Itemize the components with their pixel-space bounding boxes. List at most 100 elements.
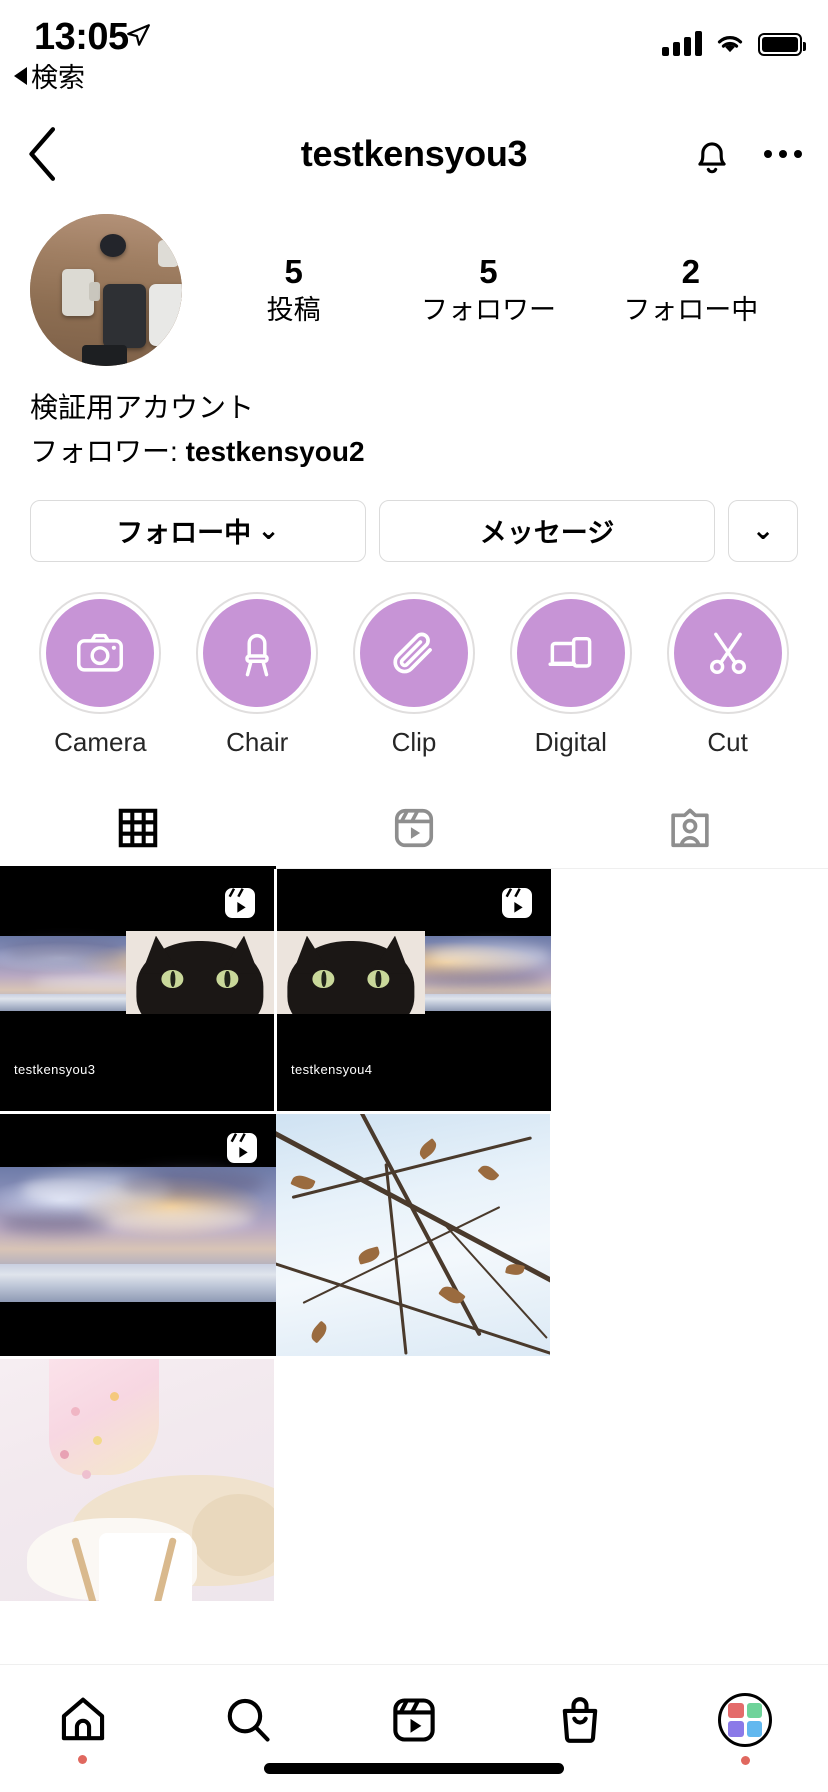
avatar-tile	[728, 1721, 744, 1737]
stat-value: 5	[479, 253, 498, 291]
followed-by-username[interactable]: testkensyou2	[186, 436, 365, 467]
stat-label: 投稿	[266, 295, 321, 326]
chevron-down-icon: ⌄	[751, 515, 775, 545]
home-indicator	[264, 1763, 564, 1774]
followed-by-line: フォロワー: testkensyou2	[30, 432, 798, 472]
chevron-down-icon: ⌄	[257, 515, 280, 545]
profile-stats: 5 投稿 5 フォロワー 2 フォロー中	[182, 251, 798, 329]
message-button-label: メッセージ	[479, 518, 615, 548]
more-options-icon	[764, 150, 802, 158]
stat-value: 2	[681, 253, 700, 291]
posts-grid: testkensyou3 testkensyou4	[0, 868, 828, 1604]
stat-followers[interactable]: 5 フォロワー	[421, 251, 556, 329]
highlight-camera[interactable]: Camera	[22, 591, 179, 758]
bio-display-name: 検証用アカウント	[30, 392, 255, 423]
avatar-tile	[746, 1721, 763, 1737]
laptop-icon	[548, 636, 592, 668]
stat-label: フォロワー	[420, 295, 556, 326]
search-icon	[228, 1698, 270, 1742]
nav-profile[interactable]	[662, 1692, 828, 1765]
highlight-cover	[359, 598, 468, 707]
following-button[interactable]: フォロー中 ⌄	[30, 499, 366, 562]
highlight-label: Digital	[534, 726, 607, 757]
highlight-label: Cut	[707, 726, 748, 757]
notifications-button[interactable]	[690, 130, 734, 178]
stat-following[interactable]: 2 フォロー中	[623, 251, 758, 329]
reels-icon	[225, 887, 255, 918]
status-bar: 13:05 検索	[0, 0, 828, 108]
chair-icon	[245, 633, 269, 676]
highlight-digital[interactable]: Digital	[492, 591, 649, 758]
notification-dot	[78, 1754, 88, 1764]
stat-label: フォロー中	[623, 295, 759, 326]
reels-icon	[394, 808, 434, 847]
profile-avatar-icon	[718, 1692, 773, 1747]
story-highlights: Camera Chair Clip Digital Cut	[0, 562, 828, 758]
bottom-navigation-bar	[0, 1664, 828, 1792]
cellular-signal-icon	[662, 30, 702, 56]
highlight-cover	[203, 598, 312, 707]
nav-home[interactable]	[0, 1694, 166, 1764]
status-indicators	[662, 22, 806, 56]
highlight-label: Clip	[391, 726, 437, 757]
highlight-cover	[46, 598, 155, 707]
highlight-cut[interactable]: Cut	[649, 591, 806, 758]
profile-avatar[interactable]	[30, 214, 182, 366]
notification-bell-icon	[698, 142, 726, 174]
triangle-left-icon	[14, 66, 27, 85]
avatar-tile	[728, 1702, 744, 1718]
reels-icon	[227, 1132, 257, 1163]
stat-posts[interactable]: 5 投稿	[234, 251, 354, 329]
nav-search[interactable]	[166, 1694, 332, 1764]
avatar-tile	[746, 1702, 763, 1718]
tagged-icon	[671, 808, 709, 847]
status-time: 13:05	[34, 16, 129, 58]
grid-post[interactable]: testkensyou4	[277, 868, 551, 1111]
cat-face	[287, 935, 415, 1014]
reels-icon	[393, 1697, 435, 1742]
post-username: testkensyou4	[291, 1061, 373, 1077]
grid-post[interactable]	[276, 1113, 550, 1356]
profile-bio: 検証用アカウント フォロワー: testkensyou2	[0, 366, 828, 472]
cat-face	[136, 935, 264, 1014]
more-options-button[interactable]	[764, 150, 802, 158]
tab-tagged[interactable]	[552, 788, 828, 868]
highlight-label: Camera	[54, 726, 147, 757]
wifi-icon	[717, 35, 743, 53]
scissors-icon	[709, 632, 746, 674]
notification-dot	[740, 1755, 750, 1765]
stat-value: 5	[284, 253, 303, 291]
highlight-cover	[516, 598, 625, 707]
highlight-chair[interactable]: Chair	[179, 591, 336, 758]
back-to-search-link[interactable]: 検索	[14, 56, 85, 95]
back-button[interactable]	[26, 126, 60, 182]
home-icon	[61, 1697, 104, 1740]
tab-grid[interactable]	[0, 788, 276, 868]
profile-content-tabs	[0, 788, 828, 869]
grid-post[interactable]: testkensyou3	[0, 868, 274, 1111]
highlight-cover	[673, 598, 782, 707]
message-button[interactable]: メッセージ	[379, 499, 715, 562]
highlight-label: Chair	[226, 726, 289, 757]
post-image	[276, 1113, 550, 1356]
content-spacer	[0, 1603, 828, 1664]
chevron-left-icon	[29, 127, 56, 181]
instagram-profile-screen: 13:05 検索 testkensyou3 5 投稿 5 フォロワー 2 フォロ…	[0, 0, 828, 1792]
back-to-search-label: 検索	[31, 63, 85, 93]
nav-shop[interactable]	[497, 1694, 663, 1764]
grid-post[interactable]	[0, 1113, 276, 1356]
followed-by-prefix: フォロワー:	[30, 435, 186, 467]
nav-reels[interactable]	[331, 1694, 497, 1764]
grid-post[interactable]	[0, 1358, 274, 1601]
grid-icon	[118, 808, 158, 847]
battery-full-icon	[758, 33, 806, 56]
tab-reels[interactable]	[276, 788, 552, 868]
following-button-label: フォロー中	[116, 518, 252, 548]
more-actions-button[interactable]: ⌄	[728, 499, 798, 562]
camera-icon	[77, 633, 124, 672]
paperclip-icon	[393, 632, 432, 673]
shop-bag-icon	[562, 1696, 597, 1743]
highlight-clip[interactable]: Clip	[336, 591, 493, 758]
profile-action-buttons: フォロー中 ⌄ メッセージ ⌄	[0, 472, 828, 562]
avatar-image	[30, 214, 182, 366]
